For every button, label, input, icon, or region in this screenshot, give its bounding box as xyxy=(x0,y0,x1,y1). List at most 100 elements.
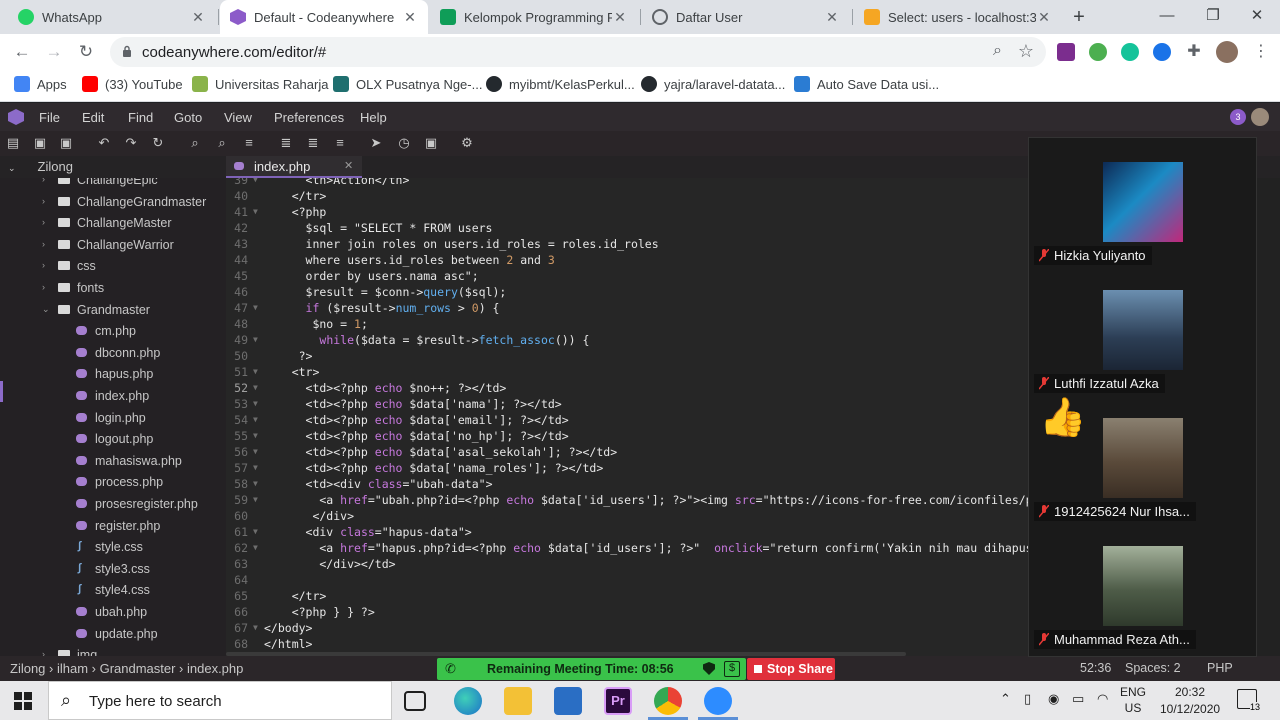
new-file-icon[interactable]: ▤ xyxy=(5,135,21,151)
user-avatar[interactable] xyxy=(1251,108,1269,126)
fold-toggle-icon[interactable]: ▼ xyxy=(253,428,258,444)
folder-item[interactable]: › ChallangeMaster xyxy=(0,213,226,234)
tab-whatsapp[interactable]: WhatsApp ✕ xyxy=(8,0,216,34)
file-item[interactable]: prosesregister.php xyxy=(0,494,226,515)
fold-toggle-icon[interactable]: ▼ xyxy=(253,204,258,220)
file-item[interactable]: update.php xyxy=(0,624,226,645)
indentation-setting[interactable]: Spaces: 2 xyxy=(1125,661,1181,675)
close-window-button[interactable]: ✕ xyxy=(1234,0,1280,34)
replace-icon[interactable]: ⌕ xyxy=(214,135,230,151)
folder-item[interactable]: › img xyxy=(0,645,226,656)
file-item[interactable]: hapus.php xyxy=(0,364,226,385)
language-indicator[interactable]: ENG US xyxy=(1120,684,1146,716)
cursor-position[interactable]: 52:36 xyxy=(1080,661,1111,675)
fold-toggle-icon[interactable]: ▼ xyxy=(253,332,258,348)
bookmark-yajra[interactable]: yajra/laravel-datata... xyxy=(641,76,785,92)
folder-item[interactable]: › ChallangeWarrior xyxy=(0,235,226,256)
fold-toggle-icon[interactable]: ▼ xyxy=(253,364,258,380)
tab-kelompok[interactable]: Kelompok Programming PL ✕ xyxy=(430,0,638,34)
chevron-right-icon[interactable]: › xyxy=(42,649,45,656)
file-explorer-icon[interactable] xyxy=(504,687,532,715)
close-icon[interactable]: ✕ xyxy=(824,9,840,26)
chevron-right-icon[interactable]: › xyxy=(42,282,45,292)
mail-icon[interactable] xyxy=(554,687,582,715)
profile-avatar[interactable] xyxy=(1216,41,1238,63)
save-all-icon[interactable]: ▣ xyxy=(58,135,74,151)
file-item[interactable]: mahasiswa.php xyxy=(0,451,226,472)
folder-item[interactable]: › ChallangeGrandmaster xyxy=(0,192,226,213)
bookmark-apps[interactable]: Apps xyxy=(14,76,67,92)
fold-toggle-icon[interactable]: ▼ xyxy=(253,300,258,316)
fold-toggle-icon[interactable]: ▼ xyxy=(253,412,258,428)
chevron-down-icon[interactable]: ⌄ xyxy=(42,304,50,315)
stop-share-button[interactable]: Stop Share xyxy=(747,658,835,680)
fold-toggle-icon[interactable]: ▼ xyxy=(253,380,258,396)
editor-tab-index-php[interactable]: index.php ✕ xyxy=(226,156,362,178)
settings-gear-icon[interactable]: ⚙ xyxy=(459,135,475,151)
forward-button[interactable]: → xyxy=(42,40,66,64)
language-mode[interactable]: PHP xyxy=(1207,661,1233,675)
security-shield-icon[interactable] xyxy=(703,662,715,675)
taskbar-search[interactable]: ⌕ Type here to search xyxy=(48,681,392,720)
tab-codeanywhere[interactable]: Default - Codeanywhere ✕ xyxy=(220,0,428,34)
tab-daftar-user[interactable]: Daftar User ✕ xyxy=(642,0,850,34)
folder-item[interactable]: ⌄ Grandmaster xyxy=(0,300,226,321)
file-item[interactable]: dbconn.php xyxy=(0,343,226,364)
bookmark-olx[interactable]: OLX Pusatnya Nge-... xyxy=(333,76,482,92)
file-item[interactable]: cm.php xyxy=(0,321,226,342)
extension-icon[interactable] xyxy=(1057,43,1075,61)
menu-goto[interactable]: Goto xyxy=(174,110,202,125)
file-item[interactable]: ∫ style3.css xyxy=(0,559,226,580)
notification-center-icon[interactable]: 13 xyxy=(1237,689,1260,712)
file-item[interactable]: ∫ style.css xyxy=(0,537,226,558)
bookmark-autosave[interactable]: Auto Save Data usi... xyxy=(794,76,939,92)
wifi-icon[interactable]: ◠ xyxy=(1097,691,1108,707)
fold-toggle-icon[interactable]: ▼ xyxy=(253,460,258,476)
zoom-app-icon[interactable] xyxy=(704,687,732,715)
wrap-icon[interactable]: ≡ xyxy=(241,135,257,151)
folder-item[interactable]: › css xyxy=(0,256,226,277)
bookmark-star-icon[interactable]: ☆ xyxy=(1018,41,1034,62)
menu-view[interactable]: View xyxy=(224,110,252,125)
undo-icon[interactable]: ↶ xyxy=(96,135,112,151)
meet-now-icon[interactable]: ▯ xyxy=(1024,691,1031,707)
redo-icon[interactable]: ↷ xyxy=(123,135,139,151)
folder-item[interactable]: › ChallangeEpic xyxy=(0,178,226,191)
task-view-icon[interactable] xyxy=(404,691,426,711)
collaborators-badge[interactable]: 3 xyxy=(1230,109,1246,125)
tray-app-icon[interactable]: ◉ xyxy=(1048,691,1059,707)
tab-select-users[interactable]: Select: users - localhost:330 ✕ xyxy=(854,0,1062,34)
menu-find[interactable]: Find xyxy=(128,110,153,125)
back-button[interactable]: ← xyxy=(10,40,34,64)
minimize-button[interactable]: — xyxy=(1144,0,1190,34)
fold-toggle-icon[interactable]: ▼ xyxy=(253,540,258,556)
chevron-right-icon[interactable]: › xyxy=(42,196,45,206)
menu-kebab-icon[interactable]: ⋮ xyxy=(1252,43,1270,61)
indent-icon[interactable]: ≣ xyxy=(278,135,294,151)
chevron-right-icon[interactable]: › xyxy=(42,178,45,184)
fold-toggle-icon[interactable]: ▼ xyxy=(253,524,258,540)
refresh-icon[interactable]: ↻ xyxy=(150,135,166,151)
bookmark-raharja[interactable]: Universitas Raharja xyxy=(192,76,328,92)
close-icon[interactable]: ✕ xyxy=(1036,9,1052,26)
premiere-pro-icon[interactable]: Pr xyxy=(604,687,632,715)
system-clock[interactable]: 20:32 10/12/2020 xyxy=(1160,684,1220,718)
file-item[interactable]: ubah.php xyxy=(0,602,226,623)
save-icon[interactable]: ▣ xyxy=(32,135,48,151)
run-icon[interactable]: ➤ xyxy=(368,135,384,151)
menu-help[interactable]: Help xyxy=(360,110,387,125)
extension-icon[interactable] xyxy=(1153,43,1171,61)
edge-icon[interactable] xyxy=(454,687,482,715)
file-item[interactable]: register.php xyxy=(0,516,226,537)
chrome-icon[interactable] xyxy=(654,687,682,715)
fold-toggle-icon[interactable]: ▼ xyxy=(253,178,258,188)
grammarly-icon[interactable] xyxy=(1121,43,1139,61)
new-tab-button[interactable]: + xyxy=(1066,4,1092,30)
file-item[interactable]: index.php xyxy=(0,386,226,407)
file-item[interactable]: process.php xyxy=(0,472,226,493)
history-icon[interactable]: ◷ xyxy=(396,135,412,151)
address-bar[interactable]: codeanywhere.com/editor/# ⌕ ☆ xyxy=(110,37,1046,67)
file-item[interactable]: login.php xyxy=(0,408,226,429)
zoom-icon[interactable]: ⌕ xyxy=(993,42,1002,60)
reload-button[interactable]: ↻ xyxy=(74,40,98,64)
